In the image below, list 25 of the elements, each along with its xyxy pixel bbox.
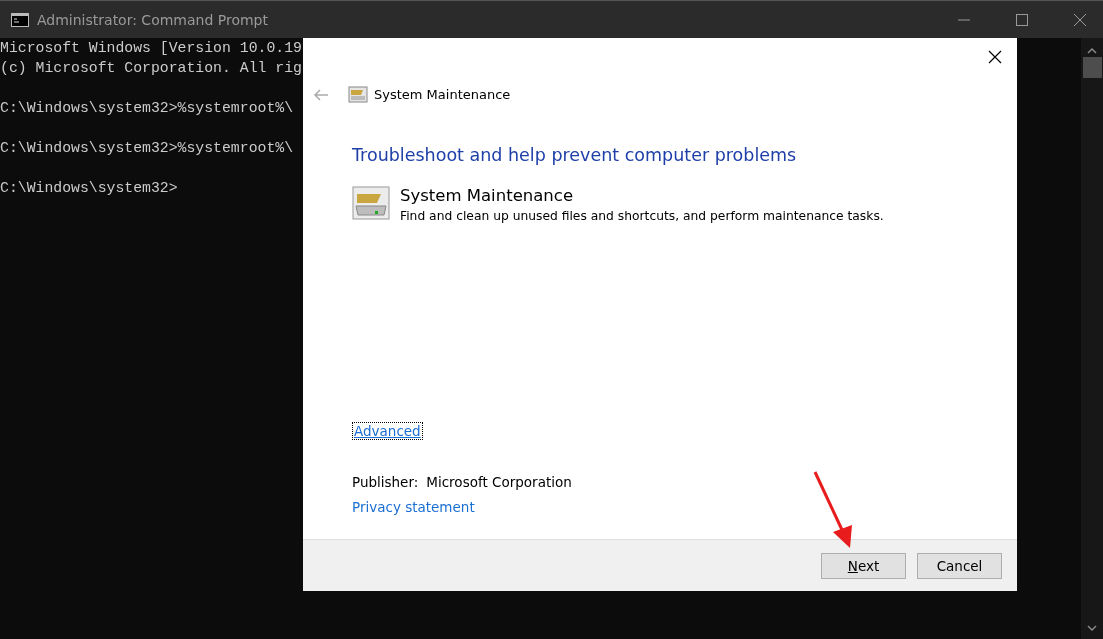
scrollbar[interactable] [1081, 38, 1103, 639]
console-line: Microsoft Windows [Version 10.0.19 [0, 39, 302, 58]
maximize-icon[interactable] [1016, 13, 1028, 26]
console-icon [11, 12, 29, 27]
cancel-button[interactable]: Cancel [917, 552, 1002, 579]
close-icon[interactable] [988, 50, 1002, 64]
scroll-up-icon[interactable] [1087, 48, 1097, 54]
drive-broom-icon [348, 86, 368, 103]
item-description: Find and clean up unused files and shortcuts, and perform maintenance tasks. [400, 209, 884, 223]
console-line: C:\Windows\system32>%systemroot%\ [0, 99, 294, 118]
privacy-link[interactable]: Privacy statement [352, 499, 475, 515]
publisher-label: Publisher: [352, 474, 419, 490]
console-line: C:\Windows\system32> [0, 179, 178, 198]
window-title: Administrator: Command Prompt [37, 11, 269, 28]
dialog-heading: Troubleshoot and help prevent computer problems [352, 145, 798, 165]
breadcrumb-title: System Maintenance [374, 87, 511, 102]
scroll-down-icon[interactable] [1087, 625, 1097, 631]
console-line: (c) Microsoft Corporation. All rig [0, 59, 302, 78]
drive-broom-icon [352, 186, 390, 220]
advanced-link[interactable]: Advanced [352, 422, 423, 440]
next-button[interactable]: Next [821, 552, 906, 579]
console-line: C:\Windows\system32>%systemroot%\ [0, 139, 294, 158]
scrollbar-thumb[interactable] [1082, 57, 1102, 78]
publisher-name: Microsoft Corporation [426, 474, 572, 490]
item-title: System Maintenance [400, 186, 575, 206]
